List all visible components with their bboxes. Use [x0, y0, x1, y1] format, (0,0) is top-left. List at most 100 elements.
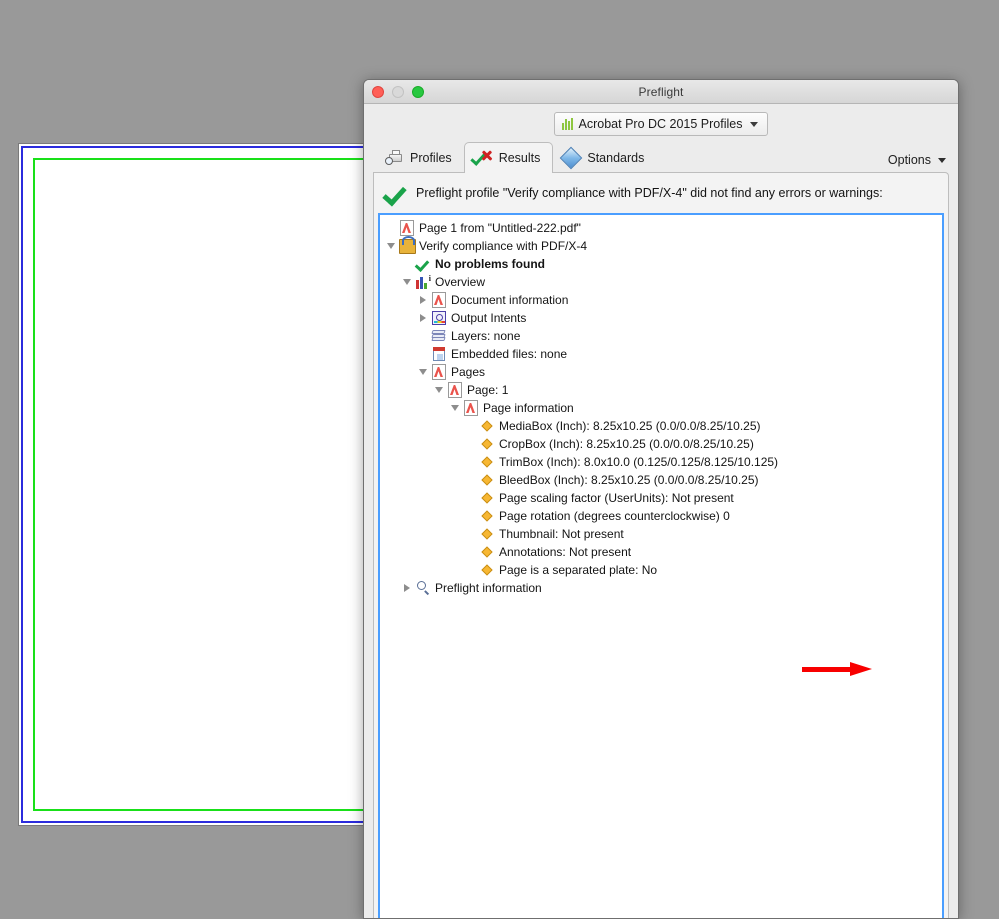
- disclosure-triangle-open-icon[interactable]: [448, 405, 462, 411]
- tree-row-label: No problems found: [435, 255, 545, 273]
- output-intent-icon: [430, 311, 448, 325]
- tree-row[interactable]: Overview: [380, 273, 942, 291]
- green-check-icon: [384, 182, 406, 204]
- layers-icon: [430, 330, 448, 342]
- tree-row-label: Pages: [451, 363, 485, 381]
- results-content-area: Preflight profile "Verify compliance wit…: [373, 172, 949, 918]
- pdf-document-icon: [462, 400, 480, 416]
- profile-selector-row: Acrobat Pro DC 2015 Profiles: [364, 104, 958, 142]
- green-check-icon: [414, 257, 432, 271]
- disclosure-triangle-open-icon[interactable]: [416, 369, 430, 375]
- options-menu-button[interactable]: Options: [888, 153, 946, 172]
- diamond-bullet-icon: [478, 422, 496, 430]
- disclosure-triangle-closed-icon[interactable]: [400, 584, 414, 592]
- disclosure-triangle-open-icon[interactable]: [432, 387, 446, 393]
- results-tree-panel[interactable]: Page 1 from "Untitled-222.pdf"Verify com…: [378, 213, 944, 918]
- profile-set-dropdown[interactable]: Acrobat Pro DC 2015 Profiles: [554, 112, 769, 136]
- diamond-bullet-icon: [478, 548, 496, 556]
- pdf-document-icon: [398, 220, 416, 236]
- barchart-icon: [562, 118, 573, 130]
- pdf-document-icon: [430, 292, 448, 308]
- diamond-bullet-icon: [478, 440, 496, 448]
- results-tree: Page 1 from "Untitled-222.pdf"Verify com…: [380, 215, 942, 597]
- tree-row[interactable]: MediaBox (Inch): 8.25x10.25 (0.0/0.0/8.2…: [380, 417, 942, 435]
- tab-strip: Profiles Results Standards Options: [364, 142, 958, 172]
- chevron-down-icon: [750, 122, 758, 127]
- window-controls: [372, 86, 424, 98]
- diamond-bullet-icon: [478, 494, 496, 502]
- diamond-bullet-icon: [478, 512, 496, 520]
- profile-set-label: Acrobat Pro DC 2015 Profiles: [579, 117, 743, 131]
- diamond-bullet-icon: [478, 530, 496, 538]
- embedded-file-icon: [430, 347, 448, 361]
- tree-row-label: TrimBox (Inch): 8.0x10.0 (0.125/0.125/8.…: [499, 453, 778, 471]
- summary-text: Preflight profile "Verify compliance wit…: [416, 186, 883, 200]
- tree-row-label: BleedBox (Inch): 8.25x10.25 (0.0/0.0/8.2…: [499, 471, 759, 489]
- disclosure-triangle-open-icon[interactable]: [400, 279, 414, 285]
- tree-row[interactable]: Document information: [380, 291, 942, 309]
- tab-standards[interactable]: Standards: [553, 144, 656, 172]
- tree-row-label: Embedded files: none: [451, 345, 567, 363]
- tree-row[interactable]: Thumbnail: Not present: [380, 525, 942, 543]
- pdf-document-icon: [430, 364, 448, 380]
- diamond-bullet-icon: [478, 458, 496, 466]
- tree-row[interactable]: CropBox (Inch): 8.25x10.25 (0.0/0.0/8.25…: [380, 435, 942, 453]
- window-title: Preflight: [364, 85, 958, 99]
- tree-row[interactable]: Page 1 from "Untitled-222.pdf": [380, 219, 942, 237]
- tree-row-label: Page 1 from "Untitled-222.pdf": [419, 219, 581, 237]
- blue-diamond-icon: [562, 149, 581, 167]
- tree-row-label: Preflight information: [435, 579, 542, 597]
- preflight-window: Preflight Acrobat Pro DC 2015 Profiles P…: [363, 79, 959, 919]
- pdf-document-icon: [446, 382, 464, 398]
- minimize-window-button[interactable]: [392, 86, 404, 98]
- disclosure-triangle-open-icon[interactable]: [384, 243, 398, 249]
- tree-row[interactable]: BleedBox (Inch): 8.25x10.25 (0.0/0.0/8.2…: [380, 471, 942, 489]
- tree-row-label: Layers: none: [451, 327, 520, 345]
- tree-row[interactable]: Page rotation (degrees counterclockwise)…: [380, 507, 942, 525]
- tree-row-label: Thumbnail: Not present: [499, 525, 624, 543]
- tab-profiles[interactable]: Profiles: [376, 144, 464, 172]
- tree-row[interactable]: Page: 1: [380, 381, 942, 399]
- tree-row-label: CropBox (Inch): 8.25x10.25 (0.0/0.0/8.25…: [499, 435, 754, 453]
- diamond-bullet-icon: [478, 566, 496, 574]
- disclosure-triangle-closed-icon[interactable]: [416, 314, 430, 322]
- tree-row[interactable]: Page information: [380, 399, 942, 417]
- tree-row[interactable]: No problems found: [380, 255, 942, 273]
- overview-chart-icon: [414, 276, 432, 289]
- tree-row-label: Overview: [435, 273, 485, 291]
- tree-row-label: Annotations: Not present: [499, 543, 631, 561]
- tree-row-label: Page rotation (degrees counterclockwise)…: [499, 507, 730, 525]
- red-arrow-trimbox: [802, 662, 872, 676]
- magnifier-icon: [414, 581, 432, 595]
- close-window-button[interactable]: [372, 86, 384, 98]
- tree-row[interactable]: Layers: none: [380, 327, 942, 345]
- tab-profiles-label: Profiles: [410, 151, 452, 165]
- zoom-window-button[interactable]: [412, 86, 424, 98]
- tree-row[interactable]: Verify compliance with PDF/X-4: [380, 237, 942, 255]
- tree-row[interactable]: Page scaling factor (UserUnits): Not pre…: [380, 489, 942, 507]
- tree-row[interactable]: Preflight information: [380, 579, 942, 597]
- tree-row[interactable]: Annotations: Not present: [380, 543, 942, 561]
- disclosure-triangle-closed-icon[interactable]: [416, 296, 430, 304]
- tree-row[interactable]: Page is a separated plate: No: [380, 561, 942, 579]
- window-titlebar: Preflight: [364, 80, 958, 104]
- check-x-icon: [474, 149, 493, 167]
- tab-results-label: Results: [499, 151, 541, 165]
- tree-row-label: Page scaling factor (UserUnits): Not pre…: [499, 489, 734, 507]
- tree-row[interactable]: Output Intents: [380, 309, 942, 327]
- tree-row-label: Output Intents: [451, 309, 526, 327]
- tree-row-label: Verify compliance with PDF/X-4: [419, 237, 587, 255]
- diamond-bullet-icon: [478, 476, 496, 484]
- tree-row-label: Page information: [483, 399, 574, 417]
- tree-row[interactable]: Pages: [380, 363, 942, 381]
- chevron-down-icon: [938, 158, 946, 163]
- tree-row-label: MediaBox (Inch): 8.25x10.25 (0.0/0.0/8.2…: [499, 417, 761, 435]
- summary-banner: Preflight profile "Verify compliance wit…: [374, 173, 948, 213]
- tab-standards-label: Standards: [587, 151, 644, 165]
- tree-row[interactable]: Embedded files: none: [380, 345, 942, 363]
- printer-magnifier-icon: [385, 149, 404, 167]
- tree-row[interactable]: TrimBox (Inch): 8.0x10.0 (0.125/0.125/8.…: [380, 453, 942, 471]
- preflight-profile-icon: [398, 239, 416, 254]
- tree-row-label: Page is a separated plate: No: [499, 561, 657, 579]
- tab-results[interactable]: Results: [464, 142, 554, 173]
